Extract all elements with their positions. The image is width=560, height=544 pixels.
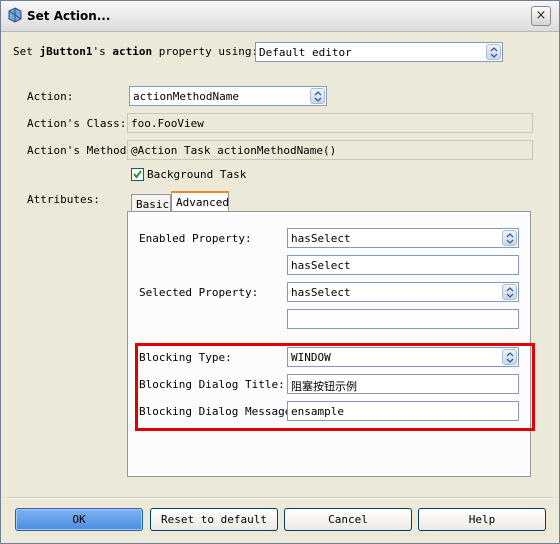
selected-property-value: hasSelect [291,286,351,299]
highlight-box [135,343,535,431]
ok-button[interactable]: OK [15,508,143,531]
close-button[interactable]: × [531,6,551,26]
selected-property-label: Selected Property: [139,286,259,299]
checkmark-icon [133,170,142,179]
window-title: Set Action... [27,9,111,23]
label-mid: 's [92,45,113,58]
selected-property-field[interactable] [287,309,519,329]
enabled-property-field[interactable]: hasSelect [287,255,519,275]
background-task-checkbox[interactable] [131,168,144,181]
ok-button-label: OK [72,513,86,526]
chevron-updown-icon[interactable] [502,230,517,246]
divider [7,497,553,499]
reset-button-label: Reset to default [161,513,267,526]
property-editor-label: Set jButton1's action property using: [13,45,258,58]
cancel-button[interactable]: Cancel [284,508,412,531]
action-method-value: @Action Task actionMethodName() [131,144,337,157]
property-name: action [112,45,153,58]
editor-select-value: Default editor [259,46,352,59]
enabled-property-value: hasSelect [291,232,351,245]
app-icon [8,7,22,23]
tab-basic-label: Basic [136,198,170,211]
cancel-button-label: Cancel [328,513,368,526]
background-task-label[interactable]: Background Task [147,168,246,181]
action-class-value: foo.FooView [131,117,204,130]
help-button[interactable]: Help [418,508,546,531]
help-button-label: Help [468,513,496,526]
action-label: Action: [27,90,74,103]
enabled-property-select[interactable]: hasSelect [287,228,519,248]
label-prefix: Set [13,45,40,58]
reset-to-default-button[interactable]: Reset to default [150,508,278,531]
action-class-field: foo.FooView [127,113,533,133]
editor-select[interactable]: Default editor [255,42,503,62]
title-bar[interactable]: Set Action... × [1,1,559,32]
enabled-property-field-value: hasSelect [291,259,351,272]
tab-advanced[interactable]: Advanced [171,191,229,213]
selected-property-select[interactable]: hasSelect [287,282,519,302]
action-select-value: actionMethodName [133,90,239,103]
attributes-label: Attributes: [27,193,100,206]
chevron-updown-icon[interactable] [310,88,325,104]
enabled-property-label: Enabled Property: [139,232,252,245]
chevron-updown-icon[interactable] [486,44,501,60]
set-action-dialog: Set Action... × Set jButton1's action pr… [0,0,560,544]
action-method-label: Action's Method: [27,144,133,157]
action-class-label: Action's Class: [27,117,127,130]
tab-advanced-label: Advanced [176,196,229,209]
label-suffix: property using: [152,45,259,58]
chevron-updown-icon[interactable] [502,284,517,300]
action-method-field: @Action Task actionMethodName() [127,140,533,160]
action-select[interactable]: actionMethodName [129,86,327,106]
component-name: jButton1 [39,45,93,58]
